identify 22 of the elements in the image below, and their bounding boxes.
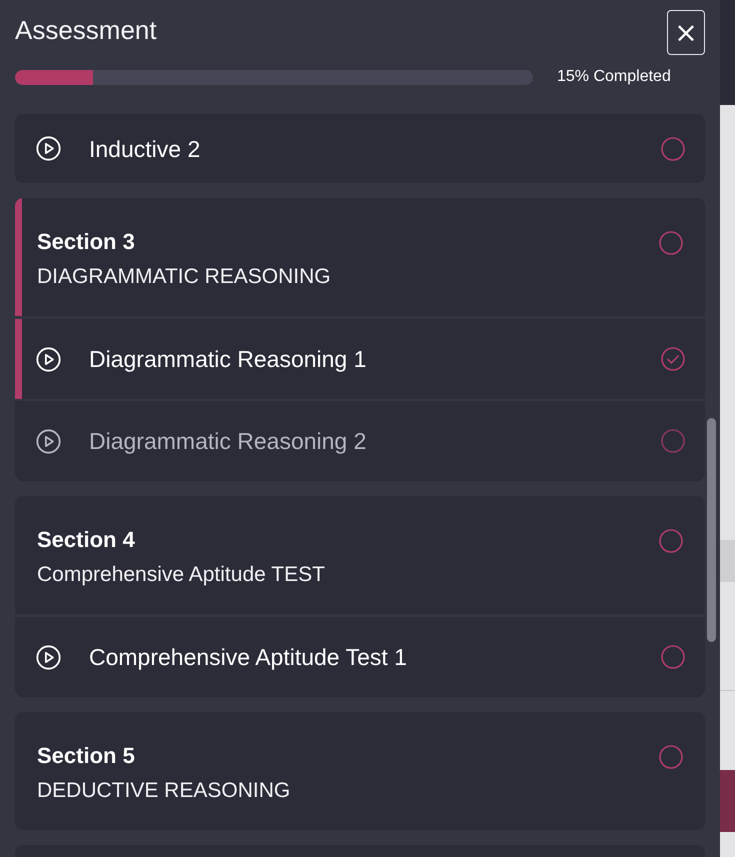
section-title: Section 4: [37, 526, 136, 554]
play-icon: [36, 644, 61, 670]
scrollbar-thumb[interactable]: [707, 418, 716, 642]
lesson-item[interactable]: Inductive 2: [15, 114, 705, 183]
section-subtitle: DEDUCTIVE REASONING: [37, 778, 290, 804]
section-title: Section 3: [37, 228, 136, 256]
accent-block: [720, 770, 735, 832]
progress-label: 15% Completed: [557, 68, 671, 86]
play-icon: [36, 346, 61, 372]
section-header[interactable]: Section 3 DIAGRAMMATIC REASONING: [15, 198, 705, 316]
lesson-item[interactable]: Diagrammatic Reasoning 1: [15, 316, 705, 399]
panel-title: Assessment: [15, 14, 157, 47]
lesson-item[interactable]: Comprehensive Aptitude Test 1: [15, 614, 705, 697]
section-header[interactable]: Section 5 DEDUCTIVE REASONING: [15, 712, 705, 830]
section-header[interactable]: Section 4 Comprehensive Aptitude TEST: [15, 496, 705, 614]
close-button[interactable]: ×: [667, 10, 705, 55]
section-subtitle: DIAGRAMMATIC REASONING: [37, 264, 331, 290]
play-icon: [36, 428, 61, 454]
section-subtitle: Comprehensive Aptitude TEST: [37, 562, 325, 588]
page-band: [720, 540, 735, 582]
play-icon: [36, 136, 61, 161]
section-title: Section 5: [37, 742, 136, 770]
